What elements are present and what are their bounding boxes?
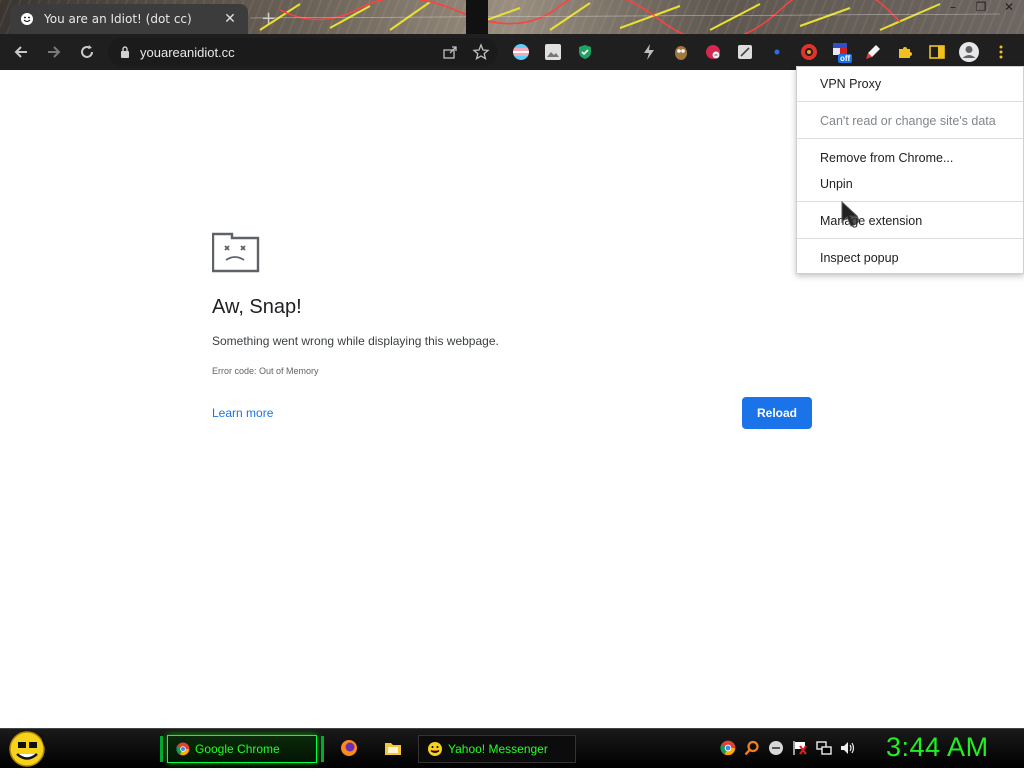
maximize-button[interactable]: ❐ <box>974 0 988 14</box>
close-window-button[interactable]: ✕ <box>1002 0 1016 14</box>
menu-separator <box>797 238 1023 239</box>
smiley-start-icon <box>9 731 46 767</box>
chrome-icon <box>176 742 190 756</box>
taskbar: Google Chrome Yahoo! Messenger 3:44 AM <box>0 728 1024 768</box>
menu-item-vpn-proxy[interactable]: VPN Proxy <box>820 77 881 91</box>
taskbar-chrome-button[interactable]: Google Chrome <box>167 735 317 763</box>
start-button[interactable] <box>8 730 48 772</box>
reload-toolbar-button[interactable] <box>75 40 99 64</box>
tab-title: You are an Idiot! (dot cc) <box>44 12 192 26</box>
browser-toolbar: youareanidiot.cc off <box>0 34 1024 70</box>
error-message: Something went wrong while displaying th… <box>212 334 499 348</box>
more-menu-icon[interactable] <box>990 41 1012 63</box>
address-url: youareanidiot.cc <box>140 44 235 60</box>
dot-extension-icon[interactable] <box>766 41 788 63</box>
script-extension-icon[interactable] <box>734 41 756 63</box>
yahoo-smiley-icon <box>428 742 442 756</box>
wallpaper-scribble-decoration <box>249 0 1001 34</box>
taskbar-yahoo-label: Yahoo! Messenger <box>448 742 548 756</box>
learn-more-link[interactable]: Learn more <box>212 406 273 420</box>
refresh-icon <box>81 45 93 58</box>
folder-quicklaunch-icon[interactable] <box>384 739 402 761</box>
firefox-quicklaunch-icon[interactable] <box>340 739 358 761</box>
smiley-favicon-icon <box>21 13 33 25</box>
tray-search-icon[interactable] <box>744 740 760 760</box>
tray-chrome-icon[interactable] <box>720 740 736 760</box>
taskbar-separator <box>321 736 324 762</box>
red-globe-extension-icon[interactable] <box>798 41 820 63</box>
rocket-extension-icon[interactable] <box>862 41 884 63</box>
taskbar-clock: 3:44 AM <box>886 732 989 762</box>
sad-folder-icon <box>212 232 260 273</box>
image-extension-icon[interactable] <box>542 41 564 63</box>
menu-item-manage-extension[interactable]: Manage extension <box>820 214 922 228</box>
menu-item-unpin[interactable]: Unpin <box>820 177 853 191</box>
mouse-cursor-icon <box>841 200 859 227</box>
lightning-extension-icon[interactable] <box>638 41 660 63</box>
tab-close-icon[interactable]: ✕ <box>222 11 238 27</box>
minimize-button[interactable]: – <box>946 0 960 14</box>
owl-extension-icon[interactable] <box>670 41 692 63</box>
taskbar-separator <box>160 736 163 762</box>
share-icon[interactable] <box>442 44 458 60</box>
puzzle-extensions-icon[interactable] <box>894 41 916 63</box>
reload-button[interactable]: Reload <box>742 397 812 429</box>
vpn-proxy-extension-icon[interactable]: off <box>830 41 853 63</box>
profile-avatar-icon[interactable] <box>958 41 980 63</box>
vpn-off-badge: off <box>838 54 853 63</box>
window-controls: – ❐ ✕ <box>946 0 1016 14</box>
trans-flag-extension-icon[interactable] <box>510 41 532 63</box>
shield-extension-icon[interactable] <box>574 41 596 63</box>
back-button[interactable] <box>9 40 33 64</box>
tray-minus-icon[interactable] <box>768 740 784 760</box>
forward-button[interactable] <box>42 40 66 64</box>
window-title-bar: You are an Idiot! (dot cc) ✕ + – ❐ ✕ <box>0 0 1024 34</box>
bookmark-star-icon[interactable] <box>472 43 490 61</box>
menu-separator <box>797 138 1023 139</box>
extension-context-menu: VPN Proxy Can't read or change site's da… <box>796 66 1024 274</box>
taskbar-chrome-label: Google Chrome <box>195 742 280 756</box>
menu-item-inspect-popup[interactable]: Inspect popup <box>820 251 899 265</box>
red-extension-icon[interactable] <box>702 41 724 63</box>
lock-icon <box>121 46 129 58</box>
tray-volume-icon[interactable] <box>840 740 856 760</box>
back-arrow-icon <box>14 46 27 58</box>
side-panel-icon[interactable] <box>926 41 948 63</box>
error-code: Error code: Out of Memory <box>212 366 319 376</box>
new-tab-button[interactable]: + <box>261 8 276 29</box>
menu-separator <box>797 101 1023 102</box>
taskbar-yahoo-button[interactable]: Yahoo! Messenger <box>418 735 576 763</box>
menu-separator <box>797 201 1023 202</box>
menu-item-remove[interactable]: Remove from Chrome... <box>820 151 953 165</box>
error-title: Aw, Snap! <box>212 296 302 318</box>
tray-flag-icon[interactable] <box>792 740 808 760</box>
address-bar[interactable]: youareanidiot.cc <box>108 38 498 66</box>
tray-network-icon[interactable] <box>816 740 832 760</box>
browser-tab[interactable]: You are an Idiot! (dot cc) ✕ <box>10 4 248 34</box>
menu-item-site-data: Can't read or change site's data <box>820 114 996 128</box>
forward-arrow-icon <box>48 46 61 58</box>
